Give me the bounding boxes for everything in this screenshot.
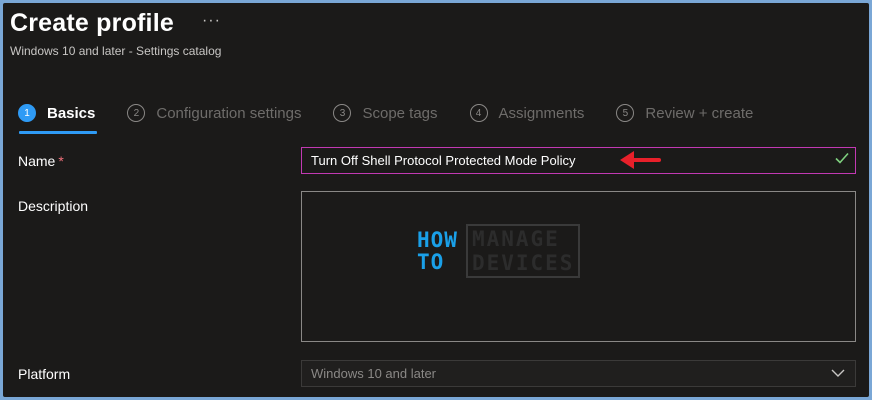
platform-select[interactable]: Windows 10 and later [301,360,856,387]
name-label: Name * [18,153,64,169]
page-title: Create profile [10,9,174,37]
step-assignments[interactable]: 4 Assignments [469,104,585,122]
logo-to: TO [417,250,445,274]
logo-manage: MANAGE [471,227,560,251]
ellipsis-icon[interactable]: ··· [202,12,221,30]
step-label: Basics [47,104,96,122]
step-label: Assignments [498,104,585,122]
step-number: 2 [127,104,146,122]
step-label: Configuration settings [156,104,302,122]
platform-label: Platform [18,366,71,382]
step-label: Review + create [645,104,754,122]
step-number: 1 [18,104,36,122]
step-number: 5 [616,104,635,122]
chevron-down-icon [831,369,845,377]
logo-how: HOW [417,228,458,252]
name-label-text: Name [18,153,56,169]
watermark-logo: HOW TO MANAGE DEVICES [417,222,582,280]
step-configuration-settings[interactable]: 2 Configuration settings [127,104,301,122]
red-arrow-icon [620,151,661,169]
create-profile-panel: Create profile ··· Windows 10 and later … [3,3,869,397]
wizard-steps: 1 Basics 2 Configuration settings 3 Scop… [18,104,785,134]
platform-select-value: Windows 10 and later [311,366,437,381]
logo-how-to: HOW TO [417,229,458,273]
check-icon [835,151,849,168]
header: Create profile ··· [10,9,221,38]
required-mark: * [58,153,64,169]
logo-manage-devices: MANAGE DEVICES [465,224,581,278]
step-number: 4 [469,104,488,122]
page-subtitle: Windows 10 and later - Settings catalog [10,44,222,58]
name-input[interactable]: Turn Off Shell Protocol Protected Mode P… [301,147,856,174]
description-textarea[interactable]: HOW TO MANAGE DEVICES [301,191,856,342]
step-review-create[interactable]: 5 Review + create [616,104,753,122]
step-basics[interactable]: 1 Basics [18,104,98,134]
name-input-value: Turn Off Shell Protocol Protected Mode P… [311,153,576,168]
step-scope-tags[interactable]: 3 Scope tags [333,104,438,122]
logo-devices: DEVICES [471,251,575,275]
step-label: Scope tags [362,104,438,122]
description-label: Description [18,198,89,214]
step-number: 3 [333,104,352,122]
